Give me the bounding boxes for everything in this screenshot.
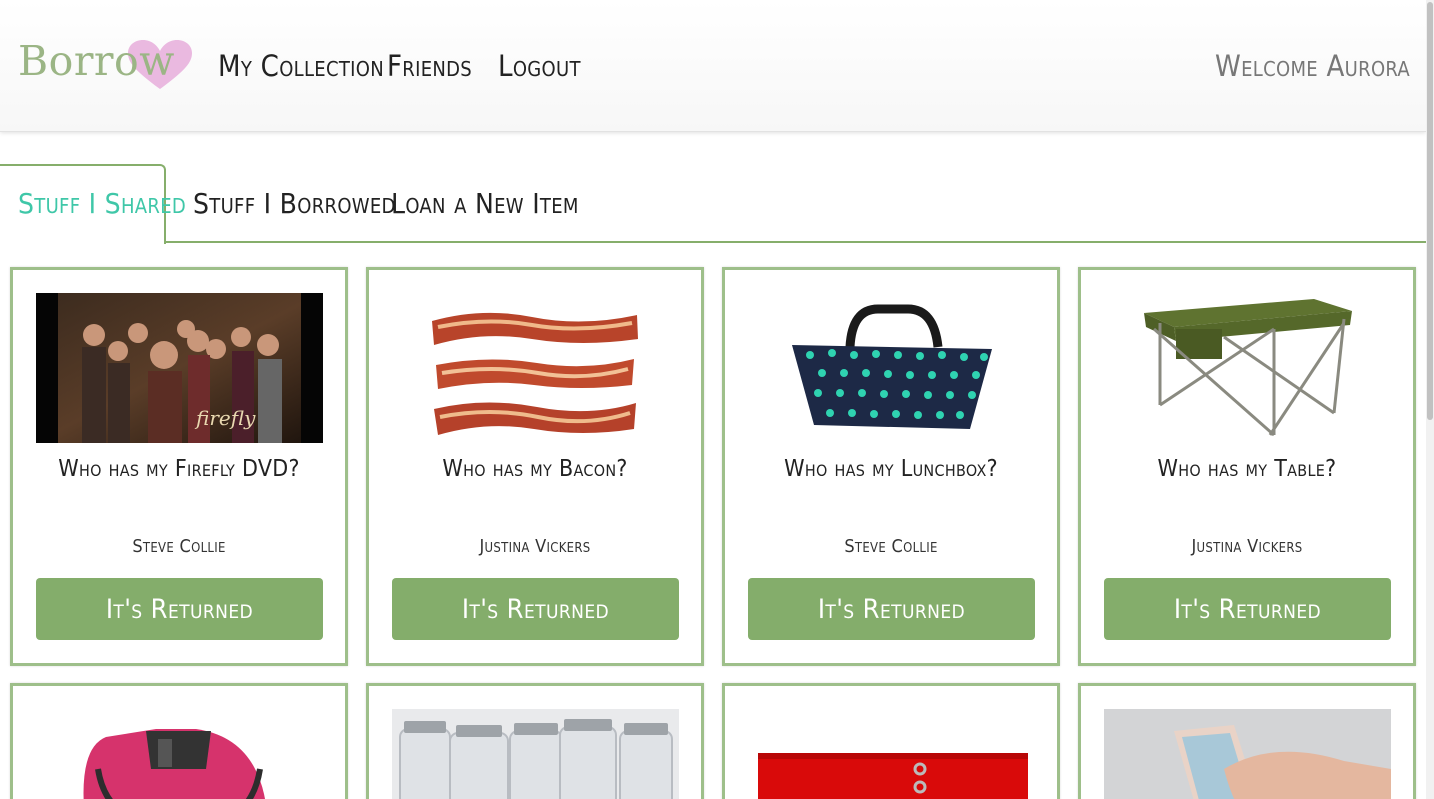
tab-stuff-i-shared-label[interactable]: Stuff I Shared — [18, 182, 186, 226]
its-returned-button[interactable]: It's Returned — [392, 578, 679, 640]
welcome-message: Welcome Aurora — [1215, 49, 1410, 83]
lunchbox-image — [748, 293, 1035, 443]
mason-jars-image — [392, 709, 679, 799]
top-navbar: Borrow My Collection Friends Logout Welc… — [0, 0, 1426, 132]
item-owner: Justina Vickers — [1191, 536, 1303, 557]
nav-my-collection[interactable]: My Collection — [218, 46, 384, 86]
nav-logout[interactable]: Logout — [498, 46, 581, 86]
page-scrollbar[interactable] — [1426, 0, 1434, 799]
scrollbar-thumb[interactable] — [1427, 2, 1433, 420]
phone-in-hand-image — [1104, 709, 1391, 799]
folding-table-image — [1104, 293, 1391, 443]
tab-stuff-i-borrowed[interactable]: Stuff I Borrowed — [193, 182, 396, 226]
tab-loan-new-item[interactable]: Loan a New Item — [391, 182, 579, 226]
item-card: Who has my Lunchbox? Steve Collie It's R… — [722, 267, 1060, 666]
item-owner: Steve Collie — [132, 536, 226, 557]
item-card: Who has my Bacon? Justina Vickers It's R… — [366, 267, 704, 666]
item-card — [1078, 683, 1416, 799]
item-title: Who has my Lunchbox? — [784, 456, 998, 482]
tabs-underline — [166, 241, 1434, 243]
item-card — [366, 683, 704, 799]
pink-bottle-carrier-image — [36, 709, 323, 799]
nav-friends[interactable]: Friends — [387, 46, 472, 86]
item-owner: Justina Vickers — [479, 536, 591, 557]
item-title: Who has my Bacon? — [442, 456, 628, 482]
borrow-logo[interactable]: Borrow — [18, 36, 192, 92]
firefly-dvd-image: firefly — [36, 293, 323, 443]
item-card — [10, 683, 348, 799]
item-card: Who has my Table? Justina Vickers It's R… — [1078, 267, 1416, 666]
its-returned-button[interactable]: It's Returned — [36, 578, 323, 640]
item-title: Who has my Firefly DVD? — [58, 456, 300, 482]
its-returned-button[interactable]: It's Returned — [748, 578, 1035, 640]
item-owner: Steve Collie — [844, 536, 938, 557]
red-binder-image — [748, 709, 1035, 799]
its-returned-button[interactable]: It's Returned — [1104, 578, 1391, 640]
logo-text: Borrow — [18, 37, 175, 85]
bacon-image — [392, 293, 679, 443]
item-card — [722, 683, 1060, 799]
firefly-logo-text: firefly — [194, 406, 256, 430]
item-card: firefly Who has my Firefly DVD? Steve Co… — [10, 267, 348, 666]
item-title: Who has my Table? — [1157, 456, 1337, 482]
